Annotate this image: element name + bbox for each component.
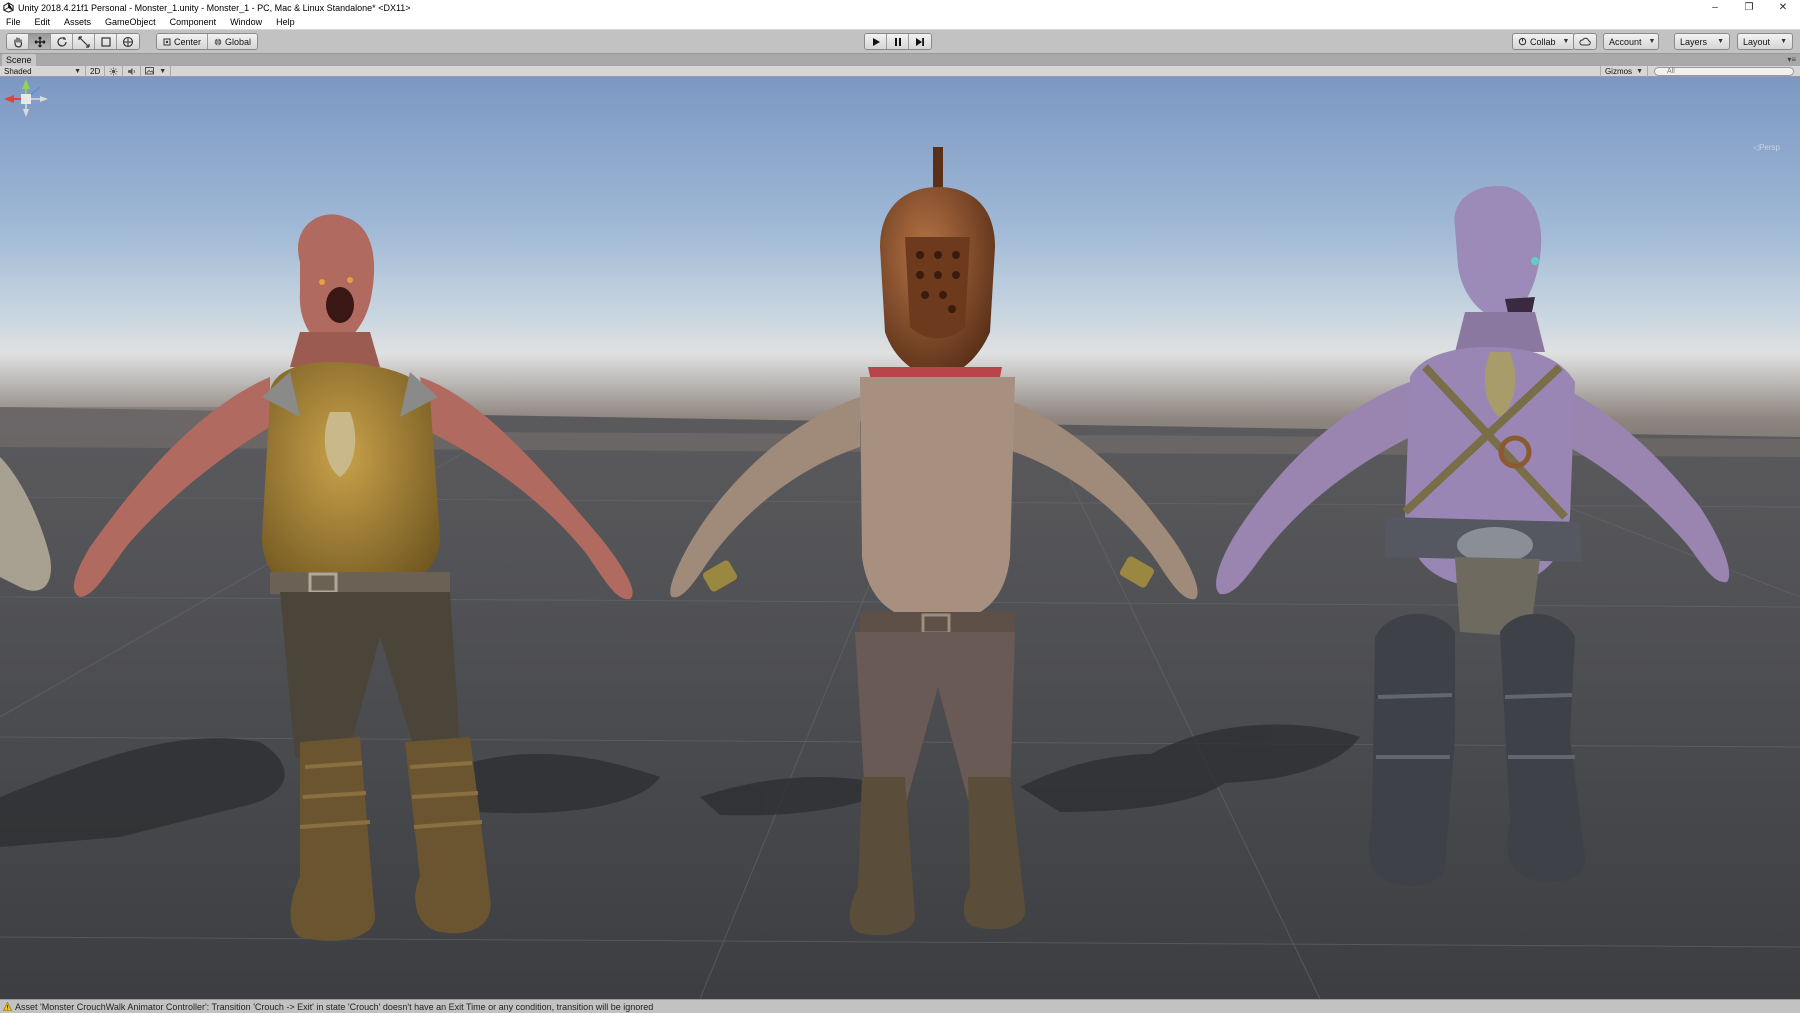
scene-orientation-gizmo[interactable] — [0, 77, 52, 143]
hand-icon — [13, 36, 22, 48]
chevron-down-icon: ▼ — [1717, 38, 1724, 45]
scale-tool-button[interactable] — [73, 34, 95, 49]
play-icon — [872, 37, 880, 46]
hand-tool-button[interactable] — [7, 34, 29, 49]
camera-projection-label[interactable]: ◁Persp — [1753, 143, 1780, 152]
menu-window[interactable]: Window — [223, 17, 269, 27]
tab-menu-icon[interactable]: ▾≡ — [1787, 54, 1796, 66]
pivot-center-icon — [163, 38, 171, 45]
pause-icon — [894, 37, 901, 46]
close-button[interactable]: ✕ — [1766, 0, 1800, 15]
collab-icon — [1518, 37, 1527, 46]
main-toolbar: Center Global Collab ▼ Account ▼ Layers … — [0, 30, 1800, 54]
scene-effects-dropdown[interactable]: ▼ — [141, 65, 172, 77]
menu-gameobject[interactable]: GameObject — [98, 17, 163, 27]
status-bar[interactable]: Asset 'Monster CrouchWalk Animator Contr… — [0, 999, 1800, 1013]
menu-help[interactable]: Help — [269, 17, 302, 27]
step-button[interactable] — [909, 34, 931, 49]
toggle-2d-button[interactable]: 2D — [86, 65, 106, 77]
menu-file[interactable]: File — [0, 17, 28, 27]
chevron-down-icon: ▼ — [1562, 38, 1570, 45]
step-icon — [916, 37, 924, 46]
pivot-rotation-label: Global — [225, 36, 252, 47]
playback-controls — [864, 33, 932, 50]
chevron-down-icon: ▼ — [1780, 38, 1787, 45]
maximize-button[interactable]: ❐ — [1732, 0, 1766, 15]
warning-icon — [3, 1002, 12, 1011]
rect-tool-button[interactable] — [95, 34, 117, 49]
menu-assets[interactable]: Assets — [57, 17, 98, 27]
transform-icon — [122, 36, 134, 47]
gizmos-label: Gizmos — [1604, 67, 1633, 76]
collab-label: Collab — [1530, 36, 1556, 47]
menu-edit[interactable]: Edit — [28, 17, 58, 27]
account-label: Account — [1609, 36, 1642, 47]
menu-component[interactable]: Component — [163, 17, 224, 27]
chevron-down-icon: ▼ — [1636, 68, 1643, 75]
scene-viewport[interactable]: ◁Persp — [0, 77, 1800, 999]
image-effects-icon — [145, 67, 155, 75]
globe-icon — [214, 38, 222, 45]
pivot-rotation-toggle[interactable]: Global — [208, 34, 258, 49]
collab-dropdown[interactable]: Collab ▼ — [1512, 33, 1576, 50]
scene-search-input[interactable]: All — [1654, 67, 1794, 76]
transform-tools — [6, 33, 140, 50]
cloud-services-button[interactable] — [1573, 33, 1597, 50]
rect-icon — [100, 36, 111, 47]
camera-projection-text: Persp — [1759, 143, 1780, 152]
cloud-icon — [1579, 37, 1591, 46]
toggle-2d-label: 2D — [90, 66, 101, 76]
gizmos-dropdown[interactable]: Gizmos ▼ — [1599, 66, 1648, 77]
pivot-mode-toggle[interactable]: Center — [157, 34, 209, 49]
transform-tool-button[interactable] — [117, 34, 139, 49]
scale-icon — [77, 35, 90, 48]
minimize-button[interactable]: – — [1698, 0, 1732, 15]
shading-mode-dropdown[interactable]: Shaded ▼ — [0, 65, 86, 77]
menu-bar: File Edit Assets GameObject Component Wi… — [0, 15, 1800, 30]
layers-dropdown[interactable]: Layers ▼ — [1674, 33, 1730, 50]
play-button[interactable] — [865, 34, 887, 49]
chevron-down-icon: ▼ — [1648, 38, 1656, 45]
shading-mode-label: Shaded — [4, 66, 32, 76]
scene-lighting-toggle[interactable] — [105, 65, 124, 77]
scene-toolbar: Shaded ▼ 2D ▼ Gizmos ▼ All — [0, 65, 1800, 77]
layout-label: Layout — [1743, 36, 1771, 47]
tab-scene[interactable]: Scene — [2, 54, 36, 66]
scene-render — [0, 147, 1800, 999]
account-dropdown[interactable]: Account ▼ — [1603, 33, 1659, 50]
status-message: Asset 'Monster CrouchWalk Animator Contr… — [15, 1001, 654, 1012]
chevron-down-icon: ▼ — [159, 67, 167, 75]
pivot-toggles: Center Global — [156, 33, 259, 50]
unity-logo-icon — [3, 2, 14, 13]
window-title-bar: Unity 2018.4.21f1 Personal - Monster_1.u… — [0, 0, 1800, 15]
chevron-down-icon: ▼ — [74, 67, 81, 75]
layers-label: Layers — [1680, 36, 1708, 47]
rotate-tool-button[interactable] — [51, 34, 73, 49]
pause-button[interactable] — [887, 34, 909, 49]
move-arrows-icon — [34, 36, 45, 47]
rotate-icon — [56, 36, 67, 47]
window-title: Unity 2018.4.21f1 Personal - Monster_1.u… — [18, 2, 411, 13]
speaker-icon — [128, 67, 136, 75]
scene-audio-toggle[interactable] — [123, 65, 142, 77]
pivot-mode-label: Center — [174, 36, 202, 47]
scene-tab-bar: Scene ▾≡ — [0, 54, 1800, 66]
layout-dropdown[interactable]: Layout ▼ — [1737, 33, 1793, 50]
move-tool-button[interactable] — [29, 34, 51, 49]
sun-icon — [109, 67, 118, 75]
